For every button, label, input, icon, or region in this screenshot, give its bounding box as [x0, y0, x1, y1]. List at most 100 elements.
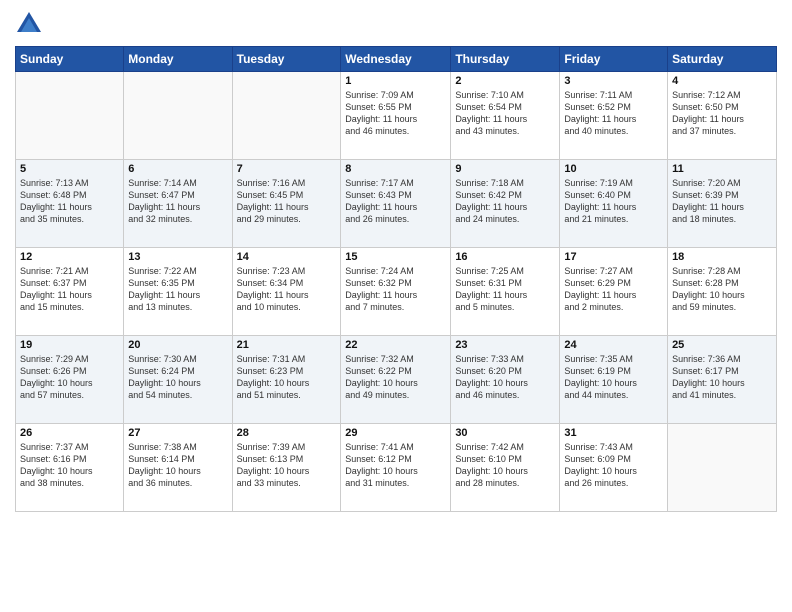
day-info: Sunrise: 7:22 AMSunset: 6:35 PMDaylight:… — [128, 265, 227, 314]
calendar-week-row: 26 Sunrise: 7:37 AMSunset: 6:16 PMDayligh… — [16, 424, 777, 512]
day-number: 9 — [455, 163, 555, 175]
day-number: 17 — [564, 251, 663, 263]
calendar-day-cell — [124, 72, 232, 160]
day-number: 13 — [128, 251, 227, 263]
calendar-day-cell: 7Sunrise: 7:16 AMSunset: 6:45 PMDaylight… — [232, 160, 341, 248]
calendar-day-cell — [232, 72, 341, 160]
calendar-day-cell: 27 Sunrise: 7:38 AMSunset: 6:14 PMDayligh… — [124, 424, 232, 512]
day-info: Sunrise: 7:32 AMSunset: 6:22 PMDaylight:… — [345, 353, 446, 402]
day-info: Sunrise: 7:13 AMSunset: 6:48 PMDaylight:… — [20, 177, 119, 226]
day-number: 27 — [128, 427, 227, 439]
day-info: Sunrise: 7:21 AMSunset: 6:37 PMDaylight:… — [20, 265, 119, 314]
calendar-week-row: 5 Sunrise: 7:13 AMSunset: 6:48 PMDaylight… — [16, 160, 777, 248]
day-info: Sunrise: 7:17 AMSunset: 6:43 PMDaylight:… — [345, 177, 446, 226]
calendar-day-cell: 11 Sunrise: 7:20 AMSunset: 6:39 PMDayligh… — [668, 160, 777, 248]
logo-icon — [15, 10, 43, 38]
day-number: 20 — [128, 339, 227, 351]
day-number: 8 — [345, 163, 446, 175]
day-info: Sunrise: 7:38 AMSunset: 6:14 PMDaylight:… — [128, 441, 227, 490]
page: Sunday Monday Tuesday Wednesday Thursday… — [0, 0, 792, 612]
day-number: 1 — [345, 75, 446, 87]
calendar-day-cell: 20Sunrise: 7:30 AMSunset: 6:24 PMDayligh… — [124, 336, 232, 424]
day-info: Sunrise: 7:39 AMSunset: 6:13 PMDaylight:… — [237, 441, 337, 490]
calendar-day-cell: 6 Sunrise: 7:14 AMSunset: 6:47 PMDaylight… — [124, 160, 232, 248]
calendar-day-cell — [668, 424, 777, 512]
day-number: 4 — [672, 75, 772, 87]
day-info: Sunrise: 7:09 AMSunset: 6:55 PMDaylight:… — [345, 89, 446, 138]
calendar-day-cell: 28 Sunrise: 7:39 AMSunset: 6:13 PMDayligh… — [232, 424, 341, 512]
col-saturday: Saturday — [668, 47, 777, 72]
col-friday: Friday — [560, 47, 668, 72]
day-number: 11 — [672, 163, 772, 175]
calendar-day-cell: 29 Sunrise: 7:41 AMSunset: 6:12 PMDayligh… — [341, 424, 451, 512]
day-number: 18 — [672, 251, 772, 263]
day-info: Sunrise: 7:33 AMSunset: 6:20 PMDaylight:… — [455, 353, 555, 402]
day-info: Sunrise: 7:29 AMSunset: 6:26 PMDaylight:… — [20, 353, 119, 402]
calendar-day-cell: 9 Sunrise: 7:18 AMSunset: 6:42 PMDaylight… — [451, 160, 560, 248]
calendar-day-cell: 15 Sunrise: 7:24 AMSunset: 6:32 PMDayligh… — [341, 248, 451, 336]
day-info: Sunrise: 7:11 AMSunset: 6:52 PMDaylight:… — [564, 89, 663, 138]
day-info: Sunrise: 7:23 AMSunset: 6:34 PMDaylight:… — [237, 265, 337, 314]
day-number: 31 — [564, 427, 663, 439]
day-number: 29 — [345, 427, 446, 439]
day-number: 22 — [345, 339, 446, 351]
col-sunday: Sunday — [16, 47, 124, 72]
calendar-table: Sunday Monday Tuesday Wednesday Thursday… — [15, 46, 777, 512]
day-info: Sunrise: 7:12 AMSunset: 6:50 PMDaylight:… — [672, 89, 772, 138]
calendar-day-cell: 3Sunrise: 7:11 AMSunset: 6:52 PMDaylight… — [560, 72, 668, 160]
col-wednesday: Wednesday — [341, 47, 451, 72]
calendar-day-cell — [16, 72, 124, 160]
day-number: 30 — [455, 427, 555, 439]
calendar-day-cell: 8 Sunrise: 7:17 AMSunset: 6:43 PMDaylight… — [341, 160, 451, 248]
calendar-week-row: 12 Sunrise: 7:21 AMSunset: 6:37 PMDayligh… — [16, 248, 777, 336]
day-info: Sunrise: 7:27 AMSunset: 6:29 PMDaylight:… — [564, 265, 663, 314]
calendar-day-cell: 12 Sunrise: 7:21 AMSunset: 6:37 PMDayligh… — [16, 248, 124, 336]
day-info: Sunrise: 7:10 AMSunset: 6:54 PMDaylight:… — [455, 89, 555, 138]
col-tuesday: Tuesday — [232, 47, 341, 72]
day-info: Sunrise: 7:14 AMSunset: 6:47 PMDaylight:… — [128, 177, 227, 226]
day-number: 15 — [345, 251, 446, 263]
calendar-day-cell: 18 Sunrise: 7:28 AMSunset: 6:28 PMDayligh… — [668, 248, 777, 336]
day-info: Sunrise: 7:20 AMSunset: 6:39 PMDaylight:… — [672, 177, 772, 226]
calendar-day-cell: 30Sunrise: 7:42 AMSunset: 6:10 PMDayligh… — [451, 424, 560, 512]
day-info: Sunrise: 7:19 AMSunset: 6:40 PMDaylight:… — [564, 177, 663, 226]
calendar-day-cell: 31Sunrise: 7:43 AMSunset: 6:09 PMDayligh… — [560, 424, 668, 512]
day-number: 21 — [237, 339, 337, 351]
day-info: Sunrise: 7:41 AMSunset: 6:12 PMDaylight:… — [345, 441, 446, 490]
day-info: Sunrise: 7:36 AMSunset: 6:17 PMDaylight:… — [672, 353, 772, 402]
day-info: Sunrise: 7:18 AMSunset: 6:42 PMDaylight:… — [455, 177, 555, 226]
day-info: Sunrise: 7:37 AMSunset: 6:16 PMDaylight:… — [20, 441, 119, 490]
day-info: Sunrise: 7:35 AMSunset: 6:19 PMDaylight:… — [564, 353, 663, 402]
day-info: Sunrise: 7:16 AMSunset: 6:45 PMDaylight:… — [237, 177, 337, 226]
calendar-day-cell: 23Sunrise: 7:33 AMSunset: 6:20 PMDayligh… — [451, 336, 560, 424]
calendar-day-cell: 1 Sunrise: 7:09 AMSunset: 6:55 PMDaylight… — [341, 72, 451, 160]
calendar-day-cell: 19Sunrise: 7:29 AMSunset: 6:26 PMDayligh… — [16, 336, 124, 424]
day-info: Sunrise: 7:31 AMSunset: 6:23 PMDaylight:… — [237, 353, 337, 402]
calendar-day-cell: 24Sunrise: 7:35 AMSunset: 6:19 PMDayligh… — [560, 336, 668, 424]
calendar-day-cell: 4 Sunrise: 7:12 AMSunset: 6:50 PMDaylight… — [668, 72, 777, 160]
day-number: 14 — [237, 251, 337, 263]
calendar-day-cell: 5 Sunrise: 7:13 AMSunset: 6:48 PMDaylight… — [16, 160, 124, 248]
calendar-day-cell: 14 Sunrise: 7:23 AMSunset: 6:34 PMDayligh… — [232, 248, 341, 336]
day-number: 25 — [672, 339, 772, 351]
calendar-day-cell: 10 Sunrise: 7:19 AMSunset: 6:40 PMDayligh… — [560, 160, 668, 248]
col-thursday: Thursday — [451, 47, 560, 72]
calendar-header-row: Sunday Monday Tuesday Wednesday Thursday… — [16, 47, 777, 72]
day-number: 10 — [564, 163, 663, 175]
day-info: Sunrise: 7:28 AMSunset: 6:28 PMDaylight:… — [672, 265, 772, 314]
day-number: 16 — [455, 251, 555, 263]
calendar-day-cell: 21 Sunrise: 7:31 AMSunset: 6:23 PMDayligh… — [232, 336, 341, 424]
day-number: 26 — [20, 427, 119, 439]
calendar-day-cell: 17 Sunrise: 7:27 AMSunset: 6:29 PMDayligh… — [560, 248, 668, 336]
col-monday: Monday — [124, 47, 232, 72]
day-info: Sunrise: 7:24 AMSunset: 6:32 PMDaylight:… — [345, 265, 446, 314]
day-number: 12 — [20, 251, 119, 263]
header — [15, 10, 777, 38]
calendar-day-cell: 26 Sunrise: 7:37 AMSunset: 6:16 PMDayligh… — [16, 424, 124, 512]
day-number: 5 — [20, 163, 119, 175]
calendar-day-cell: 13 Sunrise: 7:22 AMSunset: 6:35 PMDayligh… — [124, 248, 232, 336]
calendar-day-cell: 16Sunrise: 7:25 AMSunset: 6:31 PMDayligh… — [451, 248, 560, 336]
day-number: 28 — [237, 427, 337, 439]
calendar-week-row: 1 Sunrise: 7:09 AMSunset: 6:55 PMDaylight… — [16, 72, 777, 160]
day-number: 6 — [128, 163, 227, 175]
